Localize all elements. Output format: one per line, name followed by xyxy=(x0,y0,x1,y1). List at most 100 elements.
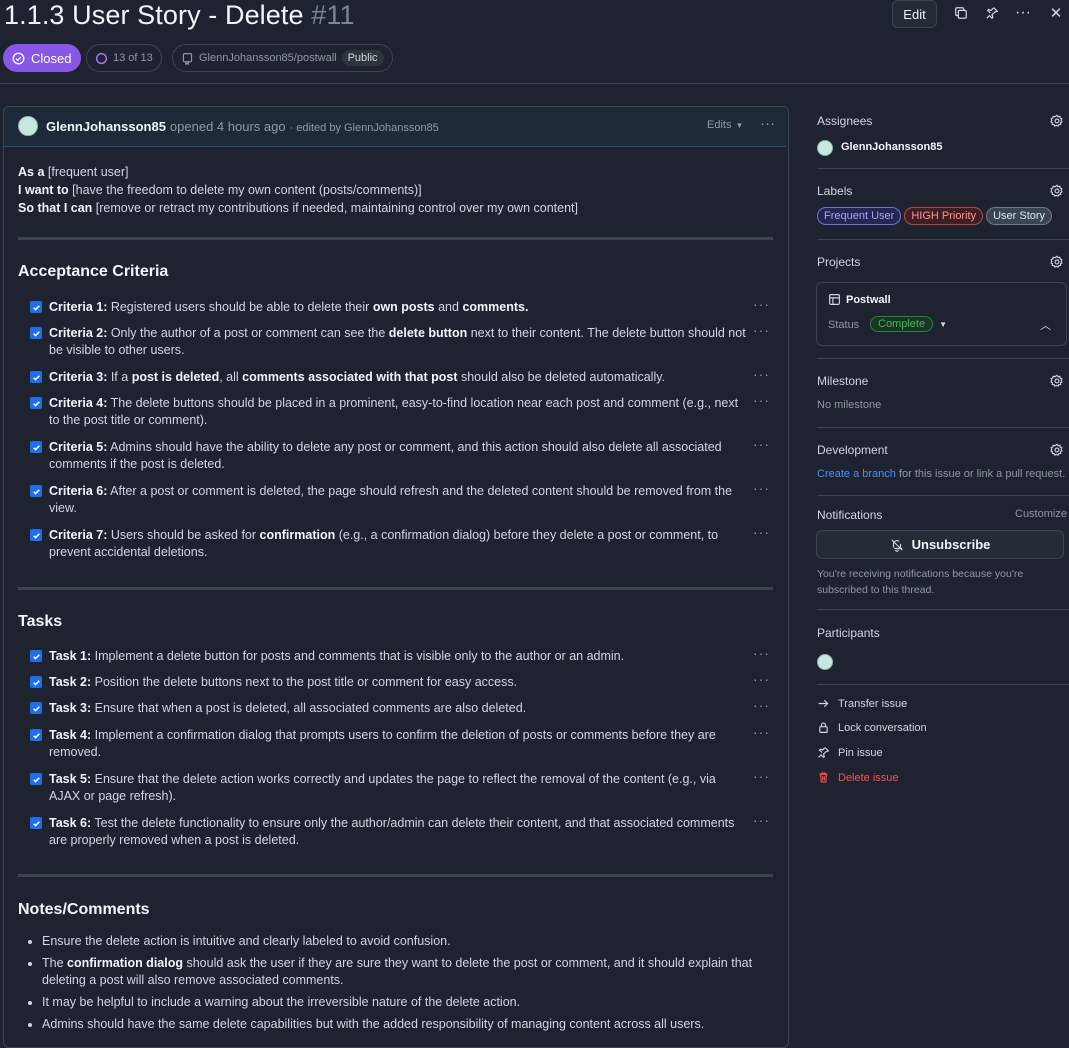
checkbox-checked-icon[interactable] xyxy=(30,773,42,785)
issue-title-text: 1.1.3 User Story - Delete xyxy=(4,0,304,30)
projects-heading: Projects xyxy=(817,255,861,269)
checkbox-checked-icon[interactable] xyxy=(30,371,42,383)
intro-line: So that I can [remove or retract my cont… xyxy=(18,201,578,215)
progress-pill[interactable]: 13 of 13 xyxy=(86,44,162,72)
sidebar-divider xyxy=(817,427,1069,428)
item-kebab-icon[interactable]: ··· xyxy=(753,724,770,740)
development-desc: for this issue or link a pull request. xyxy=(895,468,1066,480)
development-heading: Development xyxy=(817,443,888,457)
task-text: Task 3: Ensure that when a post is delet… xyxy=(49,701,527,715)
item-kebab-icon[interactable]: ··· xyxy=(753,480,770,496)
item-kebab-icon[interactable]: ··· xyxy=(753,812,770,828)
checkbox-checked-icon[interactable] xyxy=(30,702,42,714)
avatar[interactable] xyxy=(18,116,38,136)
chevron-up-icon[interactable]: ︿ xyxy=(1040,317,1051,333)
lock-icon xyxy=(819,722,828,733)
comment-kebab-icon[interactable]: ··· xyxy=(760,115,775,132)
label-badge[interactable]: User Story xyxy=(986,207,1053,225)
close-icon[interactable]: ✕ xyxy=(1045,2,1067,24)
milestone-heading: Milestone xyxy=(817,374,869,388)
criteria-text: Criteria 5: Admins should have the abili… xyxy=(49,440,722,471)
repo-pill[interactable]: GlennJohansson85/postwall Public xyxy=(172,44,393,72)
unsubscribe-label: Unsubscribe xyxy=(911,537,991,552)
copy-icon[interactable] xyxy=(950,2,972,24)
section-divider xyxy=(18,237,773,240)
sidebar-divider xyxy=(817,684,1069,685)
unsubscribe-button[interactable]: Unsubscribe xyxy=(816,530,1064,559)
intro-line: I want to [have the freedom to delete my… xyxy=(18,183,422,197)
action-label: Lock conversation xyxy=(838,721,927,734)
item-kebab-icon[interactable]: ··· xyxy=(753,322,770,338)
comment-author[interactable]: GlennJohansson85 xyxy=(46,119,166,134)
checkbox-checked-icon[interactable] xyxy=(30,650,42,662)
item-kebab-icon[interactable]: ··· xyxy=(753,645,770,661)
item-kebab-icon[interactable]: ··· xyxy=(753,392,770,408)
item-kebab-icon[interactable]: ··· xyxy=(753,524,770,540)
issue-title: 1.1.3 User Story - Delete #11 xyxy=(4,0,355,31)
item-kebab-icon[interactable]: ··· xyxy=(753,697,770,713)
assignees-gear-icon[interactable] xyxy=(1050,114,1064,133)
comment-opened: opened 4 hours ago xyxy=(169,119,286,134)
item-kebab-icon[interactable]: ··· xyxy=(753,671,770,687)
criteria-text: Criteria 6: After a post or comment is d… xyxy=(49,484,733,515)
chevron-down-icon: ▼ xyxy=(939,319,947,329)
criteria-text: Criteria 1: Registered users should be a… xyxy=(49,300,529,314)
visibility-badge: Public xyxy=(341,50,384,66)
bell-slash-icon xyxy=(890,538,903,552)
item-kebab-icon[interactable]: ··· xyxy=(753,296,770,312)
checkbox-checked-icon[interactable] xyxy=(30,676,42,688)
checkbox-checked-icon[interactable] xyxy=(30,327,42,339)
checkbox-checked-icon[interactable] xyxy=(30,485,42,497)
lock-conversation-action[interactable]: Lock conversation xyxy=(817,721,927,734)
assignee-avatar[interactable] xyxy=(817,140,833,156)
progress-circle-icon xyxy=(95,52,108,64)
checkbox-checked-icon[interactable] xyxy=(30,529,42,541)
action-label: Transfer issue xyxy=(838,697,908,710)
note-item: Ensure the delete action is intuitive an… xyxy=(42,933,758,950)
chevron-down-icon: ▼ xyxy=(735,120,744,130)
delete-issue-action[interactable]: Delete issue xyxy=(817,771,899,784)
checkbox-checked-icon[interactable] xyxy=(30,729,42,741)
arrow-right-icon xyxy=(818,699,829,708)
repo-name: GlennJohansson85/postwall xyxy=(199,52,337,64)
notes-heading: Notes/Comments xyxy=(18,901,150,918)
create-branch-link[interactable]: Create a branch xyxy=(817,468,896,480)
checkbox-checked-icon[interactable] xyxy=(30,817,42,829)
note-item: It may be helpful to include a warning a… xyxy=(42,994,758,1011)
label-badge[interactable]: Frequent User xyxy=(817,207,902,225)
transfer-issue-action[interactable]: Transfer issue xyxy=(817,697,907,710)
labels-list: Frequent User HIGH Priority User Story xyxy=(817,207,1053,225)
criteria-text: Criteria 2: Only the author of a post or… xyxy=(49,326,746,357)
action-label: Pin issue xyxy=(838,746,883,759)
customize-link[interactable]: Customize xyxy=(1015,508,1067,520)
development-gear-icon[interactable] xyxy=(1050,443,1064,462)
checkbox-checked-icon[interactable] xyxy=(30,441,42,453)
item-kebab-icon[interactable]: ··· xyxy=(753,768,770,784)
projects-gear-icon[interactable] xyxy=(1050,255,1064,274)
edit-button[interactable]: Edit xyxy=(892,0,937,28)
project-card xyxy=(816,282,1067,346)
pin-icon[interactable] xyxy=(981,2,1003,24)
participant-avatar[interactable] xyxy=(817,654,833,670)
criteria-text: Criteria 4: The delete buttons should be… xyxy=(49,396,739,427)
project-status-dropdown[interactable]: Complete ▼ xyxy=(870,316,947,332)
item-kebab-icon[interactable]: ··· xyxy=(753,436,770,452)
item-kebab-icon[interactable]: ··· xyxy=(753,366,770,382)
criteria-text: Criteria 3: If a post is deleted, all co… xyxy=(49,370,666,384)
sidebar-divider xyxy=(817,358,1069,359)
task-text: Task 2: Position the delete buttons next… xyxy=(49,675,518,689)
note-item: The confirmation dialog should ask the u… xyxy=(42,955,758,989)
milestone-gear-icon[interactable] xyxy=(1050,374,1064,393)
checkbox-checked-icon[interactable] xyxy=(30,397,42,409)
repo-icon xyxy=(182,52,193,65)
checkbox-checked-icon[interactable] xyxy=(30,301,42,313)
project-name[interactable]: Postwall xyxy=(846,294,891,306)
label-badge[interactable]: HIGH Priority xyxy=(904,207,984,225)
pin-issue-action[interactable]: Pin issue xyxy=(817,746,883,759)
kebab-icon[interactable]: ··· xyxy=(1012,2,1034,24)
assignee-name[interactable]: GlennJohansson85 xyxy=(841,141,942,153)
labels-gear-icon[interactable] xyxy=(1050,184,1064,203)
issue-number: #11 xyxy=(311,0,355,30)
edits-dropdown[interactable]: Edits ▼ xyxy=(707,119,743,131)
comment-edited[interactable]: · edited by GlennJohansson85 xyxy=(290,122,439,134)
